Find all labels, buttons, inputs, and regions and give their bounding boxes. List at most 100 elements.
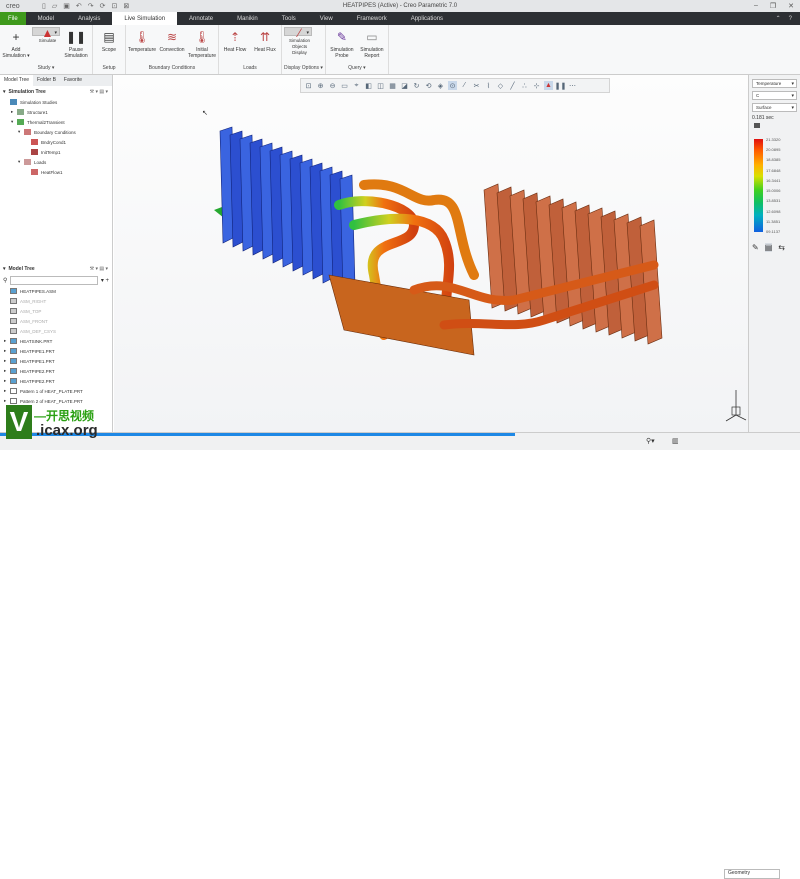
coordinate-triad-icon (725, 390, 747, 422)
minimize-button[interactable]: – (754, 2, 758, 10)
graphics-window[interactable]: ⊡ ⊕ ⊖ ▭ ⌖ ◧ ◫ ▦ ◪ ↻ ⟲ ◈ ⊙ ⁄ ✂ ⌇ ◇ ╱ ∴ ⊹ ▲ ❚❚ ⋯ ↖ (114, 75, 748, 432)
repaint-icon[interactable]: ▭ (340, 81, 349, 90)
panel-tab-2[interactable]: Favorite (60, 75, 86, 86)
selection-filter-select[interactable]: Geometry (724, 869, 780, 879)
panel-tab-0[interactable]: Model Tree (0, 75, 34, 86)
model-tree-header[interactable]: ▾ Model Tree ⚒ ▾ ▤ ▾ (0, 263, 112, 274)
quantity-select[interactable]: Temperature (752, 79, 797, 88)
pan-icon[interactable]: ⊙ (448, 81, 457, 90)
new-icon[interactable]: ▯ (42, 2, 46, 10)
unit-select[interactable]: C (752, 91, 797, 100)
tree-node[interactable]: InitTemp1 (0, 147, 112, 157)
tree-node[interactable]: ▸ HEATPIPE2.PRT (0, 366, 112, 376)
tab-view[interactable]: View (308, 12, 345, 25)
pause-icon[interactable]: ❚❚ (555, 81, 567, 90)
scope-button[interactable]: ▤ Scope (95, 27, 123, 65)
temperature-button[interactable]: 🌡 Temperature (128, 27, 156, 65)
initial-temperature-button[interactable]: 🌡 Initial Temperature (188, 27, 216, 65)
measure-icon[interactable]: ⁄ (460, 81, 469, 90)
zoom-in-icon[interactable]: ⊕ (316, 81, 325, 90)
simulation-probe-button[interactable]: ✎ Simulation Probe (328, 27, 356, 65)
annotation-display-icon[interactable]: ◈ (436, 81, 445, 90)
tree-node[interactable]: ASM_DEF_CSYS (0, 326, 112, 336)
sim-display-icon[interactable]: ▲ (544, 81, 553, 90)
tab-model[interactable]: Model (26, 12, 66, 25)
tree-node[interactable]: ▸ Pattern 1 of HEAT_PLATE.PRT (0, 386, 112, 396)
tree-settings-icon[interactable]: ⚒ ▾ ▤ ▾ (90, 266, 112, 272)
filter-icon[interactable]: ⚲ (3, 277, 7, 284)
pause-simulation-button[interactable]: ❚❚ Pause Simulation (62, 27, 90, 65)
perspective-icon[interactable]: ◪ (400, 81, 409, 90)
heat-flux-button[interactable]: ⇈ Heat Flux (251, 27, 279, 65)
display-style-icon[interactable]: ◧ (364, 81, 373, 90)
named-views-icon[interactable]: ⌖ (352, 81, 361, 90)
add-icon[interactable]: ▾ + (101, 277, 109, 284)
tree-node[interactable]: ▾ Thermal2Transient (0, 117, 112, 127)
display-select[interactable]: Surface (752, 103, 797, 112)
model-tree-search-input[interactable] (10, 275, 98, 285)
tree-node[interactable]: ▸ HEATPIPE1.PRT (0, 356, 112, 366)
find-icon[interactable]: ⚲▾ (646, 437, 655, 445)
fringe-icon[interactable]: ▤ (764, 243, 773, 252)
refit-icon[interactable]: ⊡ (304, 81, 313, 90)
tab-framework[interactable]: Framework (345, 12, 399, 25)
tab-manikin[interactable]: Manikin (225, 12, 270, 25)
convection-button[interactable]: ≋ Convection (158, 27, 186, 65)
zoom-out-icon[interactable]: ⊖ (328, 81, 337, 90)
tree-node[interactable]: ASM_FRONT (0, 316, 112, 326)
tree-node[interactable]: HEATPIPES.ASM (0, 286, 112, 296)
tab-applications[interactable]: Applications (399, 12, 455, 25)
annotations-icon[interactable]: ⌇ (484, 81, 493, 90)
tab-file[interactable]: File (0, 12, 26, 25)
simulation-report-button[interactable]: ▭ Simulation Report (358, 27, 386, 65)
more-icon[interactable]: ⋯ (568, 81, 577, 90)
section-icon[interactable]: ✂ (472, 81, 481, 90)
heat-flow-button[interactable]: ⇡ Heat Flow (221, 27, 249, 65)
tree-node[interactable]: Simulation Studies (0, 97, 112, 107)
save-icon[interactable]: ▣ (63, 2, 70, 10)
swap-icon[interactable]: ⇆ (778, 243, 785, 252)
tree-node[interactable]: ▾ Boundary Conditions (0, 127, 112, 137)
tree-node[interactable]: ▸ Structure1 (0, 107, 112, 117)
tree-node[interactable]: ▸ HEATPIPE1.PRT (0, 346, 112, 356)
panel-tab-1[interactable]: Folder B (33, 75, 60, 86)
simulation-objects-display-button[interactable]: ⁄ Simulation Objects Display (284, 27, 312, 55)
tab-annotate[interactable]: Annotate (177, 12, 225, 25)
planes-icon[interactable]: ◇ (496, 81, 505, 90)
collapse-ribbon-icon[interactable]: ⌃ (776, 15, 781, 22)
add-simulation-button[interactable]: + Add Simulation ▾ (2, 27, 30, 65)
tab-live-simulation[interactable]: Live Simulation (112, 12, 178, 25)
close-window-icon[interactable]: ⊠ (123, 2, 129, 10)
axes-icon[interactable]: ╱ (508, 81, 517, 90)
open-icon[interactable]: ▱ (52, 2, 57, 10)
tree-node[interactable]: ▸ HEATSINK.PRT (0, 336, 112, 346)
selection-icon[interactable]: ▥ (672, 437, 679, 445)
regenerate-icon[interactable]: ⟳ (100, 2, 106, 10)
simulation-tree-header[interactable]: ▾ Simulation Tree ⚒ ▾ ▤ ▾ (0, 86, 112, 97)
windows-icon[interactable]: ⊡ (112, 2, 118, 10)
tree-node-icon (31, 139, 38, 145)
undo-icon[interactable]: ↶ (76, 2, 82, 10)
redo-icon[interactable]: ↷ (88, 2, 94, 10)
legend-settings-icon[interactable]: ✎ (752, 243, 759, 252)
points-icon[interactable]: ∴ (520, 81, 529, 90)
tree-settings-icon[interactable]: ⚒ ▾ ▤ ▾ (90, 89, 112, 95)
close-button[interactable]: ✕ (788, 2, 794, 10)
tree-node[interactable]: HeatFlow1 (0, 167, 112, 177)
tree-node[interactable]: ▾ Loads (0, 157, 112, 167)
tab-analysis[interactable]: Analysis (66, 12, 112, 25)
legend-collapse-icon[interactable] (754, 123, 760, 128)
help-icon[interactable]: ? (789, 16, 792, 22)
csys-icon[interactable]: ⊹ (532, 81, 541, 90)
view-manager-icon[interactable]: ▦ (388, 81, 397, 90)
tree-node[interactable]: BndryCond1 (0, 137, 112, 147)
tree-node[interactable]: ▸ HEATPIPE2.PRT (0, 376, 112, 386)
simulate-button[interactable]: ▲ Simulate (32, 27, 60, 43)
saved-orientations-icon[interactable]: ◫ (376, 81, 385, 90)
tree-node[interactable]: ASM_RIGHT (0, 296, 112, 306)
tab-tools[interactable]: Tools (270, 12, 308, 25)
datum-display-icon[interactable]: ⟲ (424, 81, 433, 90)
maximize-button[interactable]: ❐ (770, 2, 776, 10)
tree-node[interactable]: ASM_TOP (0, 306, 112, 316)
spin-center-icon[interactable]: ↻ (412, 81, 421, 90)
